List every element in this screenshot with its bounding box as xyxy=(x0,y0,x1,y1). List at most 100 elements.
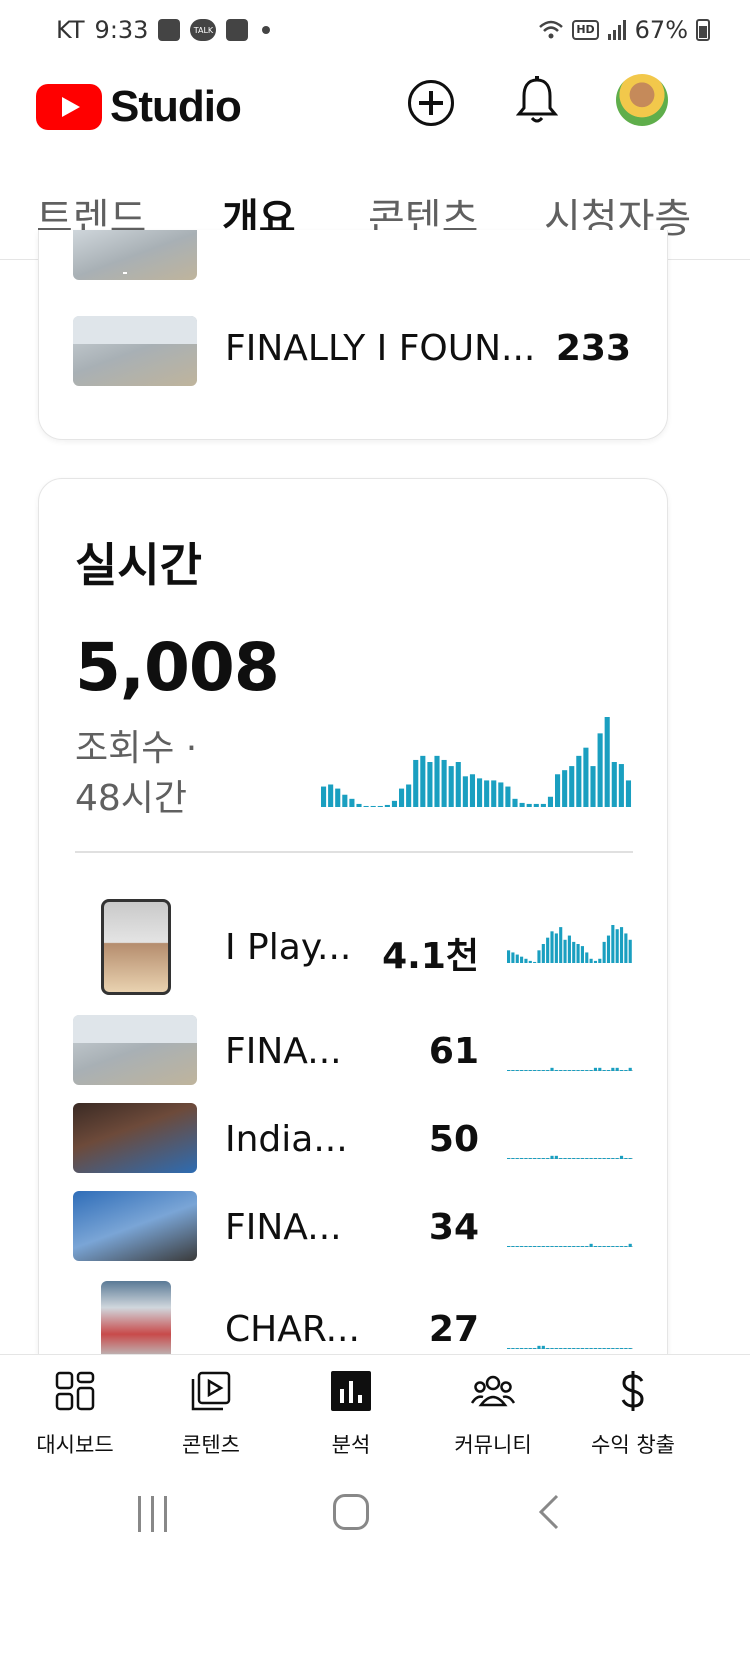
chart-bar xyxy=(384,804,390,807)
nav-dashboard[interactable]: 대시보드 xyxy=(0,1369,150,1459)
chart-bar xyxy=(524,958,528,963)
chart-bar xyxy=(606,935,611,963)
chart-bar xyxy=(546,1348,550,1349)
chart-bar xyxy=(511,1070,515,1071)
video-mini-chart xyxy=(507,1067,633,1071)
chart-bar xyxy=(593,1158,598,1159)
recent-apps-button[interactable] xyxy=(138,1496,168,1532)
chart-bar xyxy=(554,933,558,963)
chart-bar xyxy=(559,927,563,963)
chart-bar xyxy=(554,1155,558,1159)
chart-bar xyxy=(624,1246,628,1247)
video-thumbnail[interactable] xyxy=(73,230,197,280)
chart-bar xyxy=(563,1070,567,1071)
chart-bar xyxy=(593,1246,598,1247)
account-avatar[interactable] xyxy=(616,74,668,126)
nav-community[interactable]: 커뮤니티 xyxy=(418,1369,568,1459)
youtube-studio-logo[interactable]: Studio xyxy=(36,82,242,132)
chart-bar xyxy=(559,1158,563,1159)
chart-bar xyxy=(328,784,334,807)
back-button[interactable] xyxy=(538,1494,560,1530)
chart-bar xyxy=(533,1246,537,1247)
chart-bar xyxy=(427,762,433,807)
chart-bar xyxy=(541,944,545,963)
chart-bar xyxy=(559,1246,563,1247)
chart-bar xyxy=(624,1348,628,1349)
video-title[interactable]: CHAR... xyxy=(225,1309,360,1350)
chart-bar xyxy=(528,1070,532,1071)
video-thumbnail[interactable] xyxy=(101,1281,171,1357)
chart-bar xyxy=(541,1070,545,1071)
video-thumbnail[interactable] xyxy=(101,899,171,995)
chart-bar xyxy=(519,802,525,807)
nav-earn[interactable]: 수익 창출 xyxy=(558,1369,708,1459)
chart-bar xyxy=(598,1158,602,1159)
app-bar: Studio xyxy=(0,64,750,154)
chart-bar xyxy=(533,1158,537,1159)
chart-bar xyxy=(628,939,632,963)
dollar-icon xyxy=(621,1371,644,1411)
chart-bar xyxy=(391,800,398,807)
video-thumbnail[interactable] xyxy=(73,316,197,386)
chart-bar xyxy=(441,759,447,807)
chart-bar xyxy=(533,1070,537,1071)
video-views: 4.1천 xyxy=(382,936,479,977)
chart-bar xyxy=(455,762,461,807)
clock: 9:33 xyxy=(94,16,149,44)
chart-bar xyxy=(628,1158,632,1159)
chart-bar xyxy=(606,1246,611,1247)
chart-bar xyxy=(512,798,518,807)
chart-bar xyxy=(434,755,440,807)
bell-icon xyxy=(515,76,559,123)
top-videos-card: FINALLY I FOUN... 233 xyxy=(38,230,668,440)
chart-bar xyxy=(619,1155,624,1159)
chart-bar xyxy=(628,1067,632,1071)
chart-bar xyxy=(515,1246,519,1247)
chart-bar xyxy=(448,766,454,807)
chart-bar xyxy=(572,1348,576,1349)
chart-bar xyxy=(567,1158,571,1159)
chart-bar xyxy=(619,1348,624,1349)
chart-bar xyxy=(628,1348,632,1349)
video-thumbnail[interactable] xyxy=(73,1191,197,1261)
video-title[interactable]: FINA... xyxy=(225,1207,342,1248)
chart-bar xyxy=(559,1070,563,1071)
chart-bar xyxy=(602,1348,606,1349)
chart-bar xyxy=(611,1348,615,1349)
chart-bar xyxy=(547,796,554,807)
video-title[interactable]: FINA... xyxy=(225,1031,342,1072)
video-thumbnail[interactable] xyxy=(73,1015,197,1085)
chart-bar xyxy=(572,941,576,963)
chart-bar xyxy=(606,1070,611,1071)
status-left: KT 9:33 TALK xyxy=(56,16,271,44)
chart-bar xyxy=(477,778,483,807)
nav-analytics[interactable]: 분석 xyxy=(276,1369,426,1459)
chart-bar xyxy=(589,1070,593,1071)
chart-bar xyxy=(589,1348,593,1349)
chart-bar xyxy=(370,805,376,807)
chart-bar xyxy=(618,764,624,807)
chart-bar xyxy=(611,762,617,807)
video-thumbnail[interactable] xyxy=(73,1103,197,1173)
chart-bar xyxy=(576,944,580,963)
chart-bar xyxy=(537,1070,541,1071)
chart-bar xyxy=(533,1348,537,1349)
create-button[interactable] xyxy=(408,80,454,126)
notifications-button[interactable] xyxy=(515,76,559,126)
chart-bar xyxy=(604,717,610,807)
realtime-chart xyxy=(321,717,632,807)
chart-bar xyxy=(377,805,383,807)
chart-bar xyxy=(624,933,628,963)
chart-bar xyxy=(585,1158,589,1159)
video-title[interactable]: FINALLY I FOUN... xyxy=(225,328,535,369)
chart-bar xyxy=(349,798,355,807)
home-button[interactable] xyxy=(333,1494,369,1530)
status-bar: KT 9:33 TALK HD 67% xyxy=(0,0,750,64)
chart-bar xyxy=(537,950,541,963)
video-title[interactable]: I Play... xyxy=(225,927,351,968)
chart-bar xyxy=(515,1070,519,1071)
video-title[interactable]: India... xyxy=(225,1119,348,1160)
chart-bar xyxy=(569,766,575,807)
chart-bar xyxy=(602,1158,606,1159)
nav-content[interactable]: 콘텐츠 xyxy=(136,1369,286,1459)
